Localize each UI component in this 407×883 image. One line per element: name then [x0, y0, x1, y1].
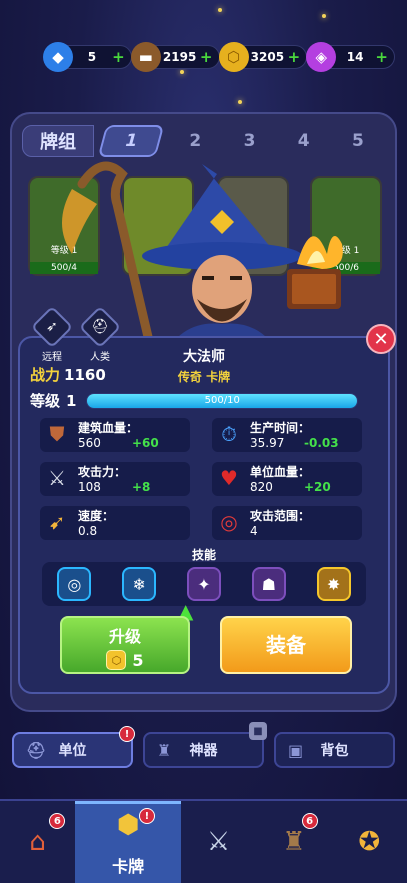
- stat-name: 攻击力：: [78, 465, 127, 479]
- stat-name: 攻击范围：: [250, 509, 311, 523]
- cards-icon: ⬢: [116, 810, 140, 840]
- skills-title: 技能: [191, 548, 216, 562]
- currency-crystal[interactable]: ◈ 14 +: [306, 42, 395, 72]
- clock-icon: ⏱: [221, 422, 237, 446]
- tower-icon: ♜: [282, 827, 306, 857]
- heart-icon: ♥: [220, 466, 238, 490]
- unit-name: 大法师: [183, 349, 225, 365]
- currency-value: 2195: [162, 50, 197, 64]
- stat-speed: ➹ 速度： 0.8: [40, 506, 190, 540]
- notification-badge: 6: [301, 813, 318, 829]
- nav-rank[interactable]: ✪: [332, 801, 407, 883]
- xp-bar: 500/10: [86, 392, 358, 409]
- stat-name: 速度：: [78, 509, 115, 523]
- stat-building-hp: ⛊ 建筑血量： 560 +60: [40, 418, 190, 452]
- upgrade-label: 升级: [108, 627, 141, 646]
- currency-wood[interactable]: ▬ 2195 +: [130, 42, 220, 72]
- nav-cards[interactable]: ⬢ 卡牌 !: [75, 801, 181, 883]
- stat-name: 单位血量：: [250, 465, 311, 479]
- notification-badge: !: [138, 808, 155, 824]
- tab-backpack[interactable]: ▣ 背包: [274, 732, 395, 768]
- notification-badge: !: [119, 726, 135, 742]
- sword-icon: ⚔: [48, 466, 66, 490]
- add-gold-icon[interactable]: +: [288, 48, 301, 66]
- bottom-nav: ⌂ 6 ⬢ 卡牌 ! ⚔ ♜ 6 ✪: [0, 799, 407, 883]
- stat-delta: +60: [132, 436, 159, 450]
- sparkle: [238, 100, 242, 104]
- stat-attack: ⚔ 攻击力： 108 +8: [40, 462, 190, 496]
- arcane-skill-icon[interactable]: ✦: [186, 567, 221, 601]
- skills-row: ◎ ❄ ✦ ☗ ✸: [42, 562, 366, 606]
- cloak-skill-icon[interactable]: ☗: [251, 567, 286, 601]
- rank-crest-icon: ✪: [358, 827, 381, 857]
- stat-unit-hp: ♥ 单位血量： 820 +20: [212, 462, 362, 496]
- bow-icon: ➶: [30, 305, 74, 349]
- crystal-icon: ◈: [306, 42, 337, 72]
- backpack-icon: ▣: [288, 740, 304, 760]
- nav-label: 卡牌: [112, 857, 145, 876]
- tab-units[interactable]: ⛑ 单位 !: [12, 726, 135, 768]
- nav-tower[interactable]: ♜ 6: [256, 801, 331, 883]
- unit-detail-panel: ➶ 远程 ⛑ 人类 ✕ 大法师 战力 1160 传奇 卡牌 等级 1 500/10…: [18, 305, 396, 694]
- add-crystal-icon[interactable]: +: [375, 48, 388, 66]
- level-label: 等级: [30, 392, 61, 410]
- nav-battle[interactable]: ⚔: [181, 801, 256, 883]
- stat-delta: +20: [304, 480, 331, 494]
- stat-production-time: ⏱ 生产时间： 35.97 -0.03: [212, 418, 362, 452]
- stat-value: 560: [78, 436, 101, 450]
- helmet-icon: ⛑: [78, 305, 122, 349]
- currency-value: 3205: [250, 50, 285, 64]
- currency-gems[interactable]: ◆ 5 +: [43, 42, 132, 72]
- stat-value: 820: [250, 480, 273, 494]
- wing-boot-icon: ➹: [48, 510, 66, 534]
- level-value: 1: [66, 391, 77, 410]
- sub-tabs: ⛑ 单位 ! ♜ 神器 ■ ▣ 背包: [12, 722, 395, 768]
- upgrade-button[interactable]: 升级 ⬡ 5: [60, 616, 190, 674]
- add-wood-icon[interactable]: +: [200, 48, 213, 66]
- helmet-icon: ⛑: [26, 740, 47, 760]
- stat-value: 35.97: [250, 436, 285, 450]
- upgrade-cost-value: 5: [132, 650, 144, 670]
- currency-value: 5: [87, 50, 97, 64]
- stat-value: 108: [78, 480, 101, 494]
- artifact-icon: ♜: [157, 740, 172, 760]
- shield-icon: ⛊: [49, 422, 65, 446]
- tab-label: 背包: [320, 743, 349, 759]
- sparkle: [218, 8, 222, 12]
- stat-name: 生产时间：: [250, 421, 311, 435]
- wood-icon: ▬: [130, 42, 161, 72]
- stat-name: 建筑血量：: [78, 421, 139, 435]
- stat-attack-range: ◎ 攻击范围： 4: [212, 506, 362, 540]
- battle-swords-icon: ⚔: [206, 827, 231, 857]
- currency-bar: ◆ 5 + ▬ 2195 + ⬡ 3205 + ◈ 14 +: [43, 42, 395, 72]
- notification-badge: 6: [49, 813, 66, 829]
- tab-label: 神器: [189, 743, 218, 759]
- gold-coin-icon: ⬡: [106, 650, 127, 670]
- frost-skill-icon[interactable]: ❄: [122, 567, 157, 601]
- tab-label: 单位: [58, 743, 87, 759]
- level-row: 等级 1 500/10: [30, 390, 358, 411]
- stat-delta: +8: [132, 480, 151, 494]
- xp-text: 500/10: [204, 394, 240, 406]
- upgrade-cost: ⬡ 5: [62, 650, 188, 670]
- nav-shop[interactable]: ⌂ 6: [0, 801, 75, 883]
- target-skill-icon[interactable]: ◎: [57, 567, 92, 601]
- stat-delta: -0.03: [304, 436, 339, 450]
- gem-icon: ◆: [43, 42, 73, 72]
- gold-coin-icon: ⬡: [218, 42, 249, 72]
- target-icon: ◎: [220, 510, 238, 534]
- currency-gold[interactable]: ⬡ 3205 +: [218, 42, 308, 72]
- lock-icon: ■: [249, 722, 267, 740]
- tab-artifacts[interactable]: ♜ 神器 ■: [143, 722, 267, 768]
- stat-value: 0.8: [78, 524, 98, 538]
- sparkle: [322, 14, 326, 18]
- add-gems-icon[interactable]: +: [112, 48, 125, 66]
- sparkle: [180, 70, 184, 74]
- currency-value: 14: [346, 50, 364, 64]
- gold-skill-icon[interactable]: ✸: [316, 567, 351, 601]
- rarity-label: 传奇 卡牌: [177, 370, 231, 384]
- shop-icon: ⌂: [29, 827, 46, 857]
- stat-value: 4: [250, 524, 258, 538]
- equip-button[interactable]: 装备: [220, 616, 352, 674]
